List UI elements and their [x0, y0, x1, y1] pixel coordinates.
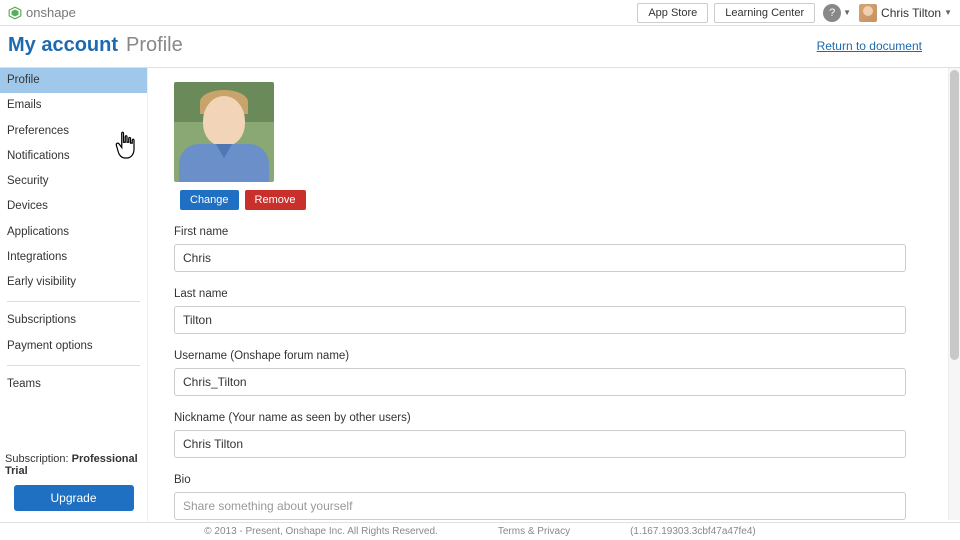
sidebar-divider [7, 365, 140, 366]
sidebar-item-subscriptions[interactable]: Subscriptions [0, 308, 147, 333]
footer-copyright: © 2013 - Present, Onshape Inc. All Right… [204, 526, 438, 537]
sidebar-item-emails[interactable]: Emails [0, 93, 147, 118]
sidebar-item-notifications[interactable]: Notifications [0, 144, 147, 169]
scrollbar[interactable] [948, 68, 960, 520]
chevron-down-icon: ▼ [944, 8, 952, 17]
bio-label: Bio [174, 474, 934, 486]
bio-input[interactable] [174, 492, 906, 520]
scrollbar-thumb[interactable] [950, 70, 959, 360]
app-store-button[interactable]: App Store [637, 3, 708, 23]
change-avatar-button[interactable]: Change [180, 190, 239, 210]
first-name-label: First name [174, 226, 934, 238]
user-avatar-small [859, 4, 877, 22]
page-subtitle: Profile [126, 34, 183, 57]
footer-terms-link[interactable]: Terms & Privacy [498, 526, 570, 537]
upgrade-button[interactable]: Upgrade [14, 485, 134, 511]
main-content: Change Remove First name Last name Usern… [148, 68, 960, 521]
last-name-input[interactable] [174, 306, 906, 334]
sidebar-item-early-visibility[interactable]: Early visibility [0, 270, 147, 295]
return-to-document-link[interactable]: Return to document [817, 39, 922, 53]
footer: © 2013 - Present, Onshape Inc. All Right… [0, 522, 960, 540]
profile-avatar [174, 82, 274, 182]
sidebar-item-integrations[interactable]: Integrations [0, 245, 147, 270]
help-icon[interactable]: ? [823, 4, 841, 22]
sidebar-item-security[interactable]: Security [0, 169, 147, 194]
sidebar-divider [7, 301, 140, 302]
learning-center-button[interactable]: Learning Center [714, 3, 815, 23]
onshape-icon [8, 6, 22, 20]
page-header: My account Profile Return to document [0, 26, 960, 67]
last-name-label: Last name [174, 288, 934, 300]
first-name-input[interactable] [174, 244, 906, 272]
topbar: onshape App Store Learning Center ?▼ Chr… [0, 0, 960, 26]
remove-avatar-button[interactable]: Remove [245, 190, 306, 210]
user-menu[interactable]: Chris Tilton ▼ [859, 4, 952, 22]
subscription-label: Subscription: Professional Trial [0, 449, 147, 485]
sidebar: Profile Emails Preferences Notifications… [0, 68, 148, 521]
sidebar-item-applications[interactable]: Applications [0, 220, 147, 245]
sidebar-item-devices[interactable]: Devices [0, 194, 147, 219]
username-input[interactable] [174, 368, 906, 396]
help-caret-icon: ▼ [843, 8, 851, 17]
brand-text: onshape [26, 5, 76, 20]
page-title: My account [8, 34, 118, 57]
nickname-label: Nickname (Your name as seen by other use… [174, 412, 934, 424]
sidebar-item-teams[interactable]: Teams [0, 372, 147, 397]
brand-logo[interactable]: onshape [8, 5, 76, 20]
sidebar-item-profile[interactable]: Profile [0, 68, 147, 93]
user-name-label: Chris Tilton [881, 6, 941, 20]
footer-build: (1.167.19303.3cbf47a47fe4) [630, 526, 756, 537]
username-label: Username (Onshape forum name) [174, 350, 934, 362]
nickname-input[interactable] [174, 430, 906, 458]
sidebar-item-payment-options[interactable]: Payment options [0, 334, 147, 359]
sidebar-item-preferences[interactable]: Preferences [0, 119, 147, 144]
